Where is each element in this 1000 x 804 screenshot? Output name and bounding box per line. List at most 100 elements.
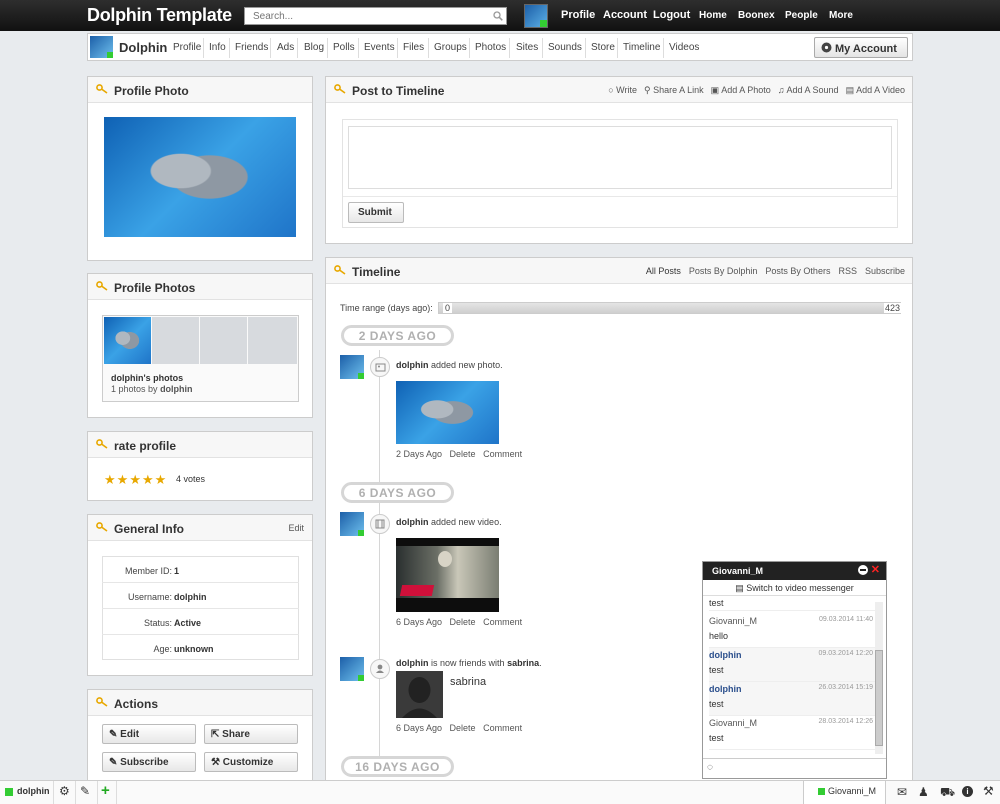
subnav-photos[interactable]: Photos	[475, 42, 506, 53]
event-avatar[interactable]	[340, 512, 364, 536]
post-write-link[interactable]: ○ Write	[608, 85, 637, 96]
subnav-polls[interactable]: Polls	[333, 42, 355, 53]
nav-home[interactable]: Home	[699, 10, 727, 21]
profile-name[interactable]: Dolphin	[119, 40, 167, 55]
chat-scrollbar[interactable]	[875, 602, 883, 754]
subnav-store[interactable]: Store	[591, 42, 615, 53]
search-input[interactable]	[244, 7, 507, 25]
toolbar-username[interactable]: dolphin	[17, 786, 50, 796]
star-icon[interactable]: ★	[104, 472, 116, 488]
event-friend[interactable]: sabrina	[507, 658, 539, 668]
subnav-sites[interactable]: Sites	[516, 42, 538, 53]
mail-icon[interactable]: ✉	[897, 785, 907, 799]
subnav-info[interactable]: Info	[209, 42, 226, 53]
site-logo[interactable]: Dolphin Template	[87, 5, 232, 26]
post-video-link[interactable]: ▤ Add A Video	[846, 85, 905, 96]
subscribe-button[interactable]: ✎ Subscribe	[102, 752, 196, 772]
nav-profile[interactable]: Profile	[561, 9, 595, 21]
chat-input[interactable]: ◌	[703, 758, 886, 778]
divider	[270, 38, 271, 58]
cart-icon[interactable]: ⛟	[940, 785, 955, 801]
edit-info-link[interactable]: Edit	[288, 523, 304, 533]
event-time[interactable]: 2 Days Ago	[396, 449, 442, 459]
nav-people[interactable]: People	[785, 10, 818, 21]
compose-icon[interactable]: ✎	[80, 784, 90, 798]
nav-logout[interactable]: Logout	[653, 9, 690, 21]
post-photo-link[interactable]: ▣ Add A Photo	[711, 85, 771, 96]
comment-link[interactable]: Comment	[483, 723, 522, 733]
filter-rss[interactable]: RSS	[838, 266, 857, 276]
key-icon	[334, 84, 346, 94]
filter-subscribe[interactable]: Subscribe	[865, 266, 905, 276]
chat-tab[interactable]: Giovanni_M	[803, 781, 886, 804]
subnav-events[interactable]: Events	[364, 42, 395, 53]
subnav-blog[interactable]: Blog	[304, 42, 324, 53]
post-textarea[interactable]	[348, 126, 892, 189]
event-actor[interactable]: dolphin	[396, 360, 429, 370]
subnav-friends[interactable]: Friends	[235, 42, 268, 53]
nav-more[interactable]: More	[829, 10, 853, 21]
user-avatar[interactable]	[524, 4, 548, 28]
minimize-icon[interactable]	[858, 565, 868, 575]
nav-boonex[interactable]: Boonex	[738, 10, 775, 21]
album-title[interactable]: dolphin's photos	[111, 373, 183, 383]
subnav-profile[interactable]: Profile	[173, 42, 201, 53]
event-time[interactable]: 6 Days Ago	[396, 723, 442, 733]
filter-all-posts[interactable]: All Posts	[646, 266, 681, 276]
subnav-sounds[interactable]: Sounds	[548, 42, 582, 53]
comment-link[interactable]: Comment	[483, 449, 522, 459]
album-card[interactable]: dolphin's photos 1 photos by dolphin	[102, 315, 299, 402]
star-icon[interactable]: ★	[129, 472, 141, 488]
rating-stars[interactable]: ★ ★ ★ ★ ★	[104, 472, 166, 488]
subnav-ads[interactable]: Ads	[277, 42, 294, 53]
subnav-timeline[interactable]: Timeline	[623, 42, 660, 53]
plus-icon[interactable]: +	[101, 782, 110, 799]
delete-link[interactable]: Delete	[450, 449, 476, 459]
star-icon[interactable]: ★	[142, 472, 154, 488]
event-avatar[interactable]	[340, 355, 364, 379]
search-icon[interactable]	[493, 11, 503, 21]
subnav-groups[interactable]: Groups	[434, 42, 467, 53]
customize-button[interactable]: ⚒ Customize	[204, 752, 298, 772]
subnav-videos[interactable]: Videos	[669, 42, 699, 53]
event-time[interactable]: 6 Days Ago	[396, 617, 442, 627]
filter-posts-by-others[interactable]: Posts By Others	[765, 266, 830, 276]
time-range-slider[interactable]: 0 423	[438, 302, 901, 314]
range-min-value[interactable]: 0	[443, 303, 453, 313]
nav-account[interactable]: Account	[603, 9, 647, 21]
close-icon[interactable]: ✕	[871, 563, 880, 576]
my-account-button[interactable]: My Account	[814, 37, 908, 58]
event-avatar[interactable]	[340, 657, 364, 681]
friend-avatar[interactable]	[396, 671, 443, 718]
delete-link[interactable]: Delete	[450, 617, 476, 627]
wrench-icon[interactable]: ⚒	[983, 784, 994, 798]
event-video-thumbnail[interactable]	[396, 538, 499, 612]
comment-link[interactable]: Comment	[483, 617, 522, 627]
edit-button[interactable]: ✎ Edit	[102, 724, 196, 744]
info-icon[interactable]: i	[962, 786, 973, 797]
event-actor[interactable]: dolphin	[396, 517, 429, 527]
delete-link[interactable]: Delete	[450, 723, 476, 733]
star-icon[interactable]: ★	[155, 472, 167, 488]
event-actor[interactable]: dolphin	[396, 658, 429, 668]
submit-button[interactable]: Submit	[348, 202, 404, 223]
post-share-link[interactable]: ⚲ Share A Link	[644, 85, 704, 96]
chat-header[interactable]: Giovanni_M ✕	[703, 562, 886, 580]
switch-video-link[interactable]: ▤ Switch to video messenger	[703, 580, 886, 596]
user-icon[interactable]: ♟	[918, 785, 929, 799]
subnav-files[interactable]: Files	[403, 42, 424, 53]
share-button[interactable]: ⇱ Share	[204, 724, 298, 744]
album-owner[interactable]: dolphin	[160, 384, 193, 394]
range-max-value[interactable]: 423	[883, 303, 901, 313]
profile-avatar[interactable]	[90, 36, 113, 58]
divider	[617, 38, 618, 58]
filter-posts-by-dolphin[interactable]: Posts By Dolphin	[689, 266, 758, 276]
album-thumb[interactable]	[104, 317, 151, 364]
gear-icon[interactable]: ⚙	[59, 784, 70, 798]
friend-name[interactable]: sabrina	[450, 676, 486, 688]
post-sound-link[interactable]: ♫ Add A Sound	[778, 85, 839, 96]
scrollbar-thumb[interactable]	[875, 650, 883, 746]
event-photo[interactable]	[396, 381, 499, 444]
star-icon[interactable]: ★	[117, 472, 129, 488]
profile-photo-image[interactable]	[104, 117, 296, 237]
